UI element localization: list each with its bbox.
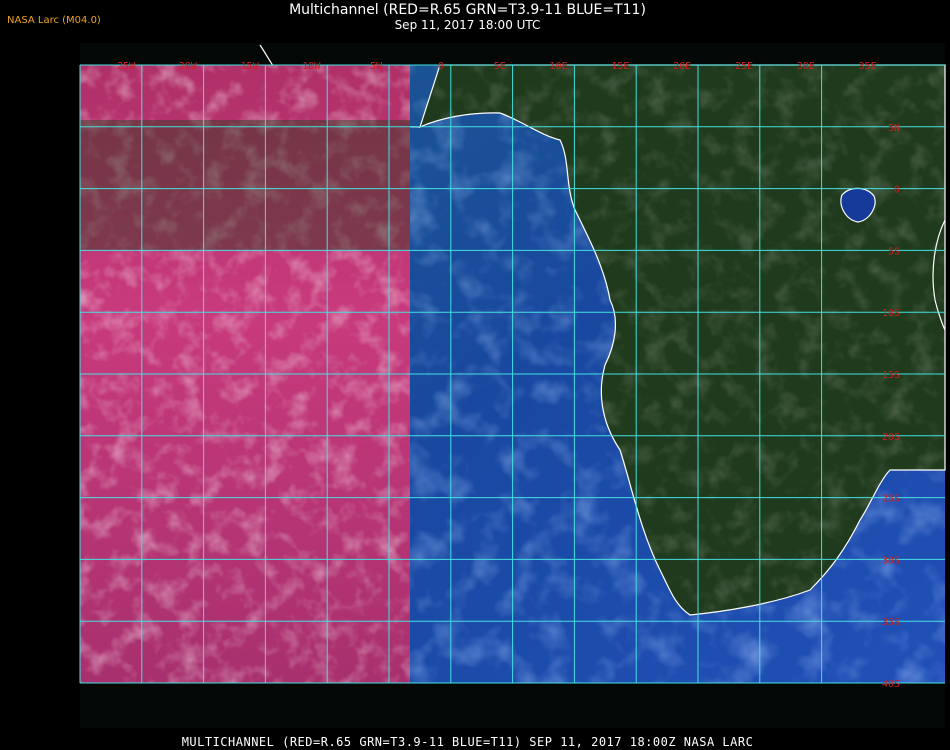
latitude-label: 40S — [882, 679, 900, 690]
latitude-label: 35S — [882, 617, 900, 628]
latitude-label: 10S — [882, 308, 900, 319]
longitude-label: 30E — [797, 61, 815, 72]
longitude-label: 20E — [673, 61, 691, 72]
longitude-label: 20W — [179, 61, 198, 72]
longitude-label: 10E — [550, 61, 568, 72]
longitude-label: 25E — [735, 61, 753, 72]
longitude-label: 5W — [370, 61, 383, 72]
latitude-label: 15S — [882, 370, 900, 381]
west-land-strip — [80, 120, 410, 250]
latitude-label: 25S — [882, 494, 900, 505]
longitude-label: 25W — [117, 61, 136, 72]
longitude-label: 15W — [241, 61, 260, 72]
latitude-label: 30S — [882, 555, 900, 566]
latitude-label: 5S — [888, 246, 900, 257]
satellite-map: 25W 20W 15W 10W 5W 0 5E 10E 15E 20E 25E 30E 35E 5N 0 5… — [79, 43, 946, 728]
latitude-label: 20S — [882, 432, 900, 443]
longitude-label: 5E — [494, 61, 506, 72]
longitude-label: 15E — [611, 61, 629, 72]
longitude-label: 10W — [302, 61, 321, 72]
latitude-label: 0 — [894, 185, 900, 196]
longitude-label: 35E — [859, 61, 877, 72]
footer-caption: MULTICHANNEL (RED=R.65 GRN=T3.9-11 BLUE=… — [181, 735, 754, 749]
latitude-label: 5N — [888, 123, 900, 134]
longitude-label: 0 — [438, 61, 444, 72]
